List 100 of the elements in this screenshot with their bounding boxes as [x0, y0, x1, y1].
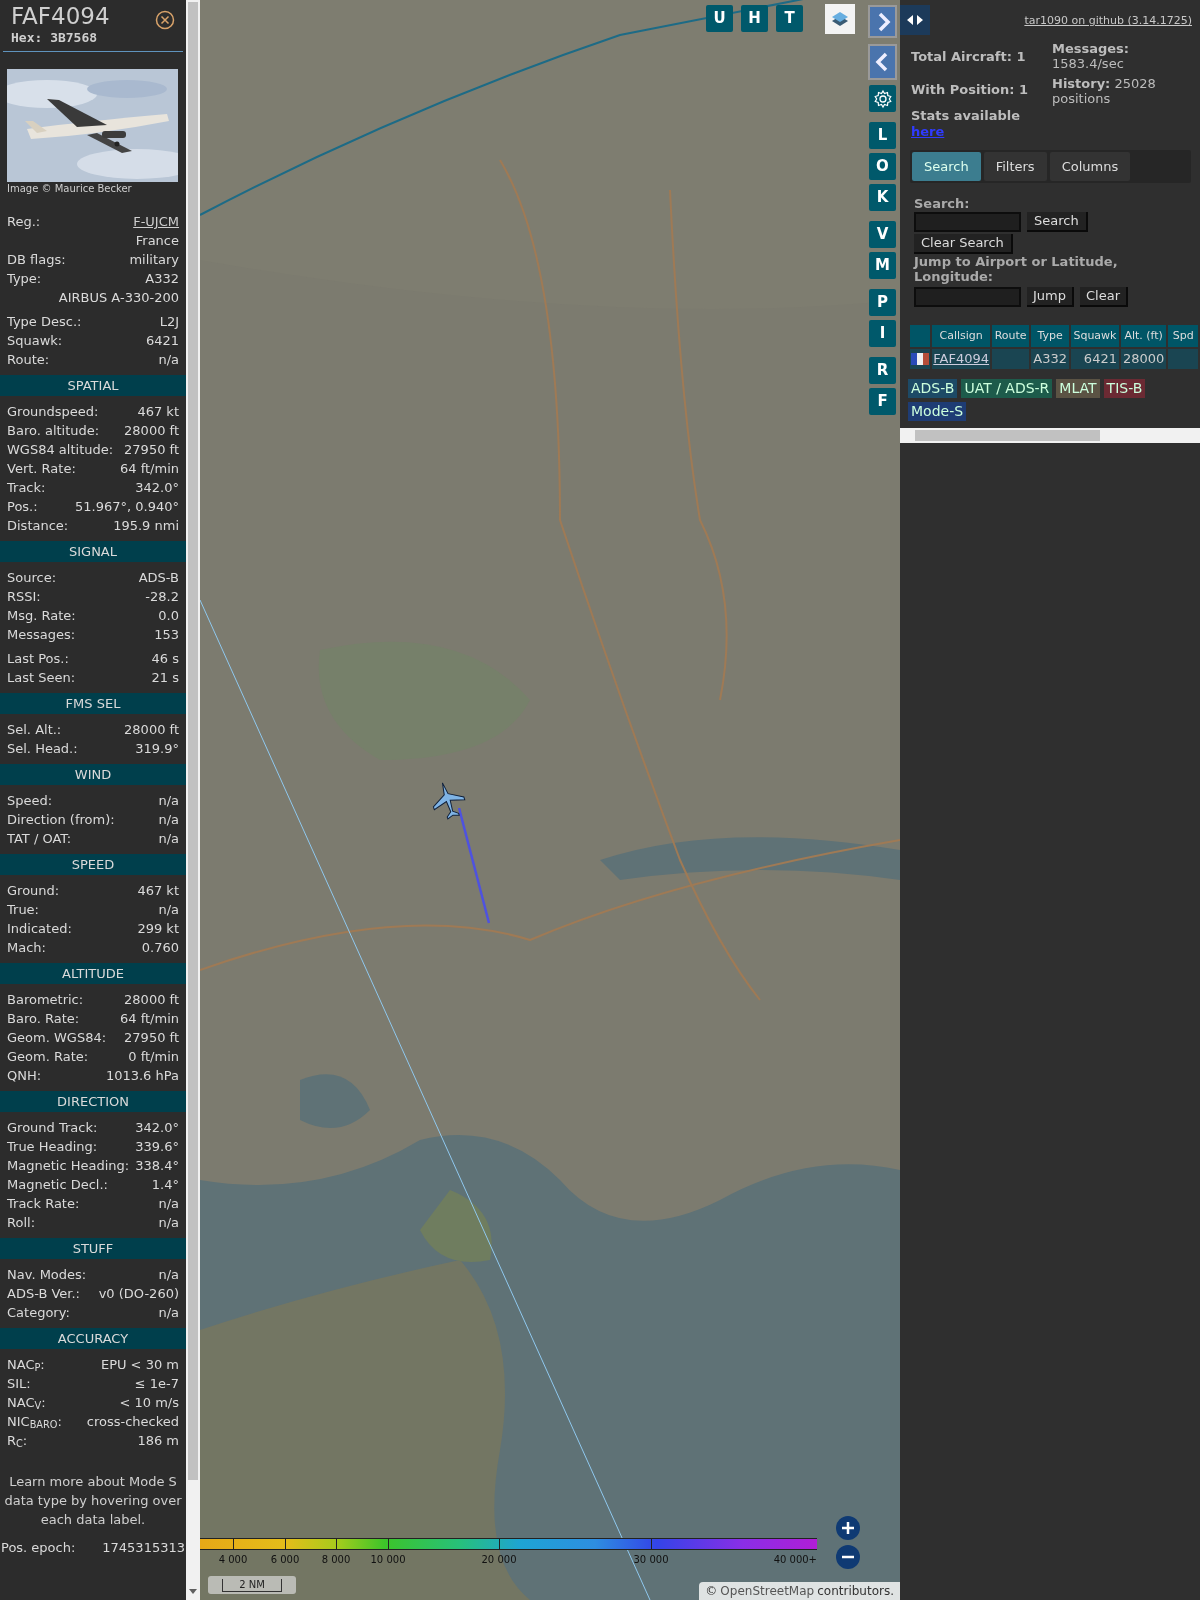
stat-text: Messages: 1583.4/sec [1052, 41, 1131, 71]
field-value: n/a [158, 351, 179, 369]
map-toggle-button[interactable]: I [869, 320, 896, 347]
field-label: NIC$_{BARO}$: [7, 1413, 62, 1431]
field-label: QNH: [7, 1067, 42, 1085]
tab[interactable]: Columns [1049, 152, 1131, 181]
column-header[interactable]: Type [1031, 325, 1069, 347]
clear-button[interactable]: Clear [1080, 287, 1128, 307]
field-label: NAC$_{P}$: [7, 1356, 45, 1374]
field-value: 1.4° [151, 1176, 179, 1194]
field-value: n/a [158, 901, 179, 919]
field-value: v0 (DO-260) [98, 1285, 179, 1303]
attribution-text: contributors. [817, 1583, 894, 1600]
field-value: cross-checked [86, 1413, 179, 1431]
field-label: Distance: [7, 517, 69, 535]
flag-icon [911, 352, 929, 365]
field-label: Baro. Rate: [7, 1010, 80, 1028]
field-label: ADS-B Ver.: [7, 1285, 80, 1303]
field-label: Roll: [7, 1214, 35, 1232]
split-toggle-button[interactable] [900, 5, 930, 35]
field-label: Squawk: [7, 332, 63, 350]
horizontal-scrollbar[interactable] [900, 428, 1200, 443]
field-value: 51.967°, 0.940° [75, 498, 179, 516]
map-toggle-button[interactable]: F [869, 388, 896, 415]
field-value: n/a [158, 830, 179, 848]
jump-button[interactable]: Jump [1027, 287, 1074, 307]
column-header[interactable]: Squawk [1071, 325, 1119, 347]
map-toggle-button[interactable]: P [869, 289, 896, 316]
field-label: Vert. Rate: [7, 460, 76, 478]
scrollbar[interactable] [186, 0, 200, 1600]
field-label: DB flags: [7, 251, 66, 269]
field-value: 342.0° [135, 479, 179, 497]
field-label: Baro. altitude: [7, 422, 100, 440]
scrollbar-thumb[interactable] [915, 430, 1100, 441]
map-toggle-button[interactable]: U [706, 5, 733, 32]
source-tag: UAT / ADS-R [961, 379, 1053, 398]
aircraft-callsign: FAF4094 [11, 3, 110, 30]
jump-field[interactable] [914, 287, 1021, 307]
field-label: Pos. epoch: [1, 1539, 76, 1557]
altitude-label: 8 000 [321, 1553, 351, 1567]
map-toggle-button[interactable]: M [869, 252, 896, 279]
field-value: 28000 ft [124, 721, 179, 739]
field-label: Barometric: [7, 991, 84, 1009]
version-link[interactable]: tar1090 on github (3.14.1725) [1024, 13, 1192, 30]
field-value: 64 ft/min [120, 1010, 179, 1028]
settings-icon [872, 88, 893, 109]
clear-search-button[interactable]: Clear Search [914, 234, 1013, 254]
layers-icon [830, 9, 850, 29]
scroll-down-icon[interactable] [189, 1589, 197, 1594]
close-icon[interactable] [155, 10, 175, 30]
field-label: Source: [7, 569, 57, 587]
expand-button[interactable] [868, 5, 897, 38]
tab[interactable]: Search [912, 152, 981, 181]
tab[interactable]: Filters [983, 152, 1047, 181]
field-label: NAC$_{V}$: [7, 1394, 46, 1412]
map-toggle-button[interactable]: V [869, 221, 896, 248]
map-toggle-button[interactable]: L [869, 122, 896, 149]
field-label: Type Desc.: [7, 313, 82, 331]
map-toggle-button[interactable]: O [869, 153, 896, 180]
osm-link[interactable]: OpenStreetMap [720, 1582, 815, 1600]
field-label: Type: [7, 270, 42, 288]
scrollbar-thumb[interactable] [188, 2, 198, 1480]
field-value: -28.2 [145, 588, 179, 606]
collapse-button[interactable] [868, 44, 897, 80]
search-button[interactable]: Search [1027, 212, 1088, 232]
section-header: ACCURACY [0, 1328, 186, 1349]
field-label: Last Seen: [7, 669, 76, 687]
field-value: n/a [158, 1304, 179, 1322]
search-field[interactable] [914, 212, 1021, 232]
field-value: 338.4° [135, 1157, 179, 1175]
column-header[interactable]: Route [992, 325, 1030, 347]
field-value: n/a [158, 1266, 179, 1284]
column-header[interactable]: Callsign [932, 325, 991, 347]
field-value: 342.0° [135, 1119, 179, 1137]
settings-button[interactable] [869, 85, 896, 112]
field-value: 6421 [145, 332, 179, 350]
altitude-label: 40 000+ [773, 1553, 817, 1567]
map-toggle-button[interactable]: R [869, 357, 896, 384]
section-header: ALTITUDE [0, 963, 186, 984]
map-toggle-button[interactable]: K [869, 184, 896, 211]
field-value: EPU < 30 m [100, 1356, 179, 1374]
field-label: TAT / OAT: [7, 830, 72, 848]
field-value: ≤ 1e-7 [134, 1375, 179, 1393]
column-header[interactable]: Alt. (ft) [1120, 325, 1167, 347]
field-label: Groundspeed: [7, 403, 99, 421]
field-label: Msg. Rate: [7, 607, 76, 625]
section-header: SIGNAL [0, 541, 186, 562]
registration-link[interactable]: F-UJCM [133, 212, 179, 231]
field-value: n/a [158, 792, 179, 810]
stat-text: With Position: 1 [911, 82, 1030, 98]
field-value: 186 m [137, 1432, 179, 1450]
map-toggle-button[interactable]: T [776, 5, 803, 32]
field-label: Track Rate: [7, 1195, 80, 1213]
field-value: 1745315313 [102, 1539, 185, 1557]
field-value: 0 ft/min [128, 1048, 179, 1066]
map-toggle-button[interactable]: H [741, 5, 768, 32]
altitude-label: 10 000 [370, 1553, 406, 1567]
column-header[interactable]: Spd [1168, 325, 1198, 347]
field-label: Category: [7, 1304, 70, 1322]
layers-button[interactable] [825, 4, 855, 34]
